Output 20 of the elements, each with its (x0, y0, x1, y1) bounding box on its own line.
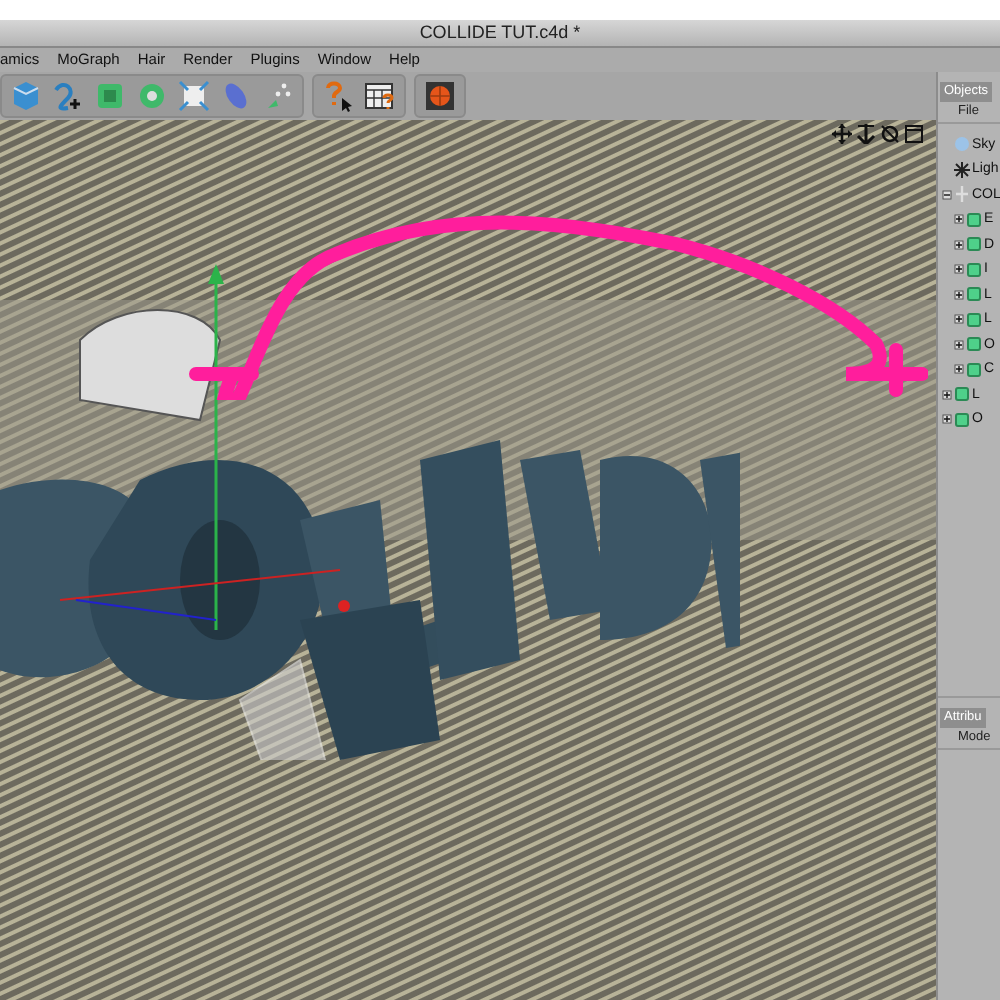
collapse-toggle[interactable] (942, 189, 952, 200)
expand-toggle[interactable] (954, 364, 964, 375)
expand-toggle[interactable] (954, 239, 964, 250)
sky-sphere-icon (954, 136, 970, 153)
help-pointer-icon[interactable] (320, 78, 356, 114)
expand-toggle[interactable] (954, 214, 964, 225)
move-icon[interactable] (832, 124, 852, 144)
expand-toggle[interactable] (954, 264, 964, 275)
null-object-icon (954, 186, 970, 203)
expand-toggle[interactable] (954, 339, 964, 350)
window-title: COLLIDE TUT.c4d * (419, 24, 581, 42)
table-help-icon[interactable] (362, 78, 398, 114)
light-icon (954, 161, 970, 178)
expand-toggle[interactable] (942, 389, 952, 400)
window-icon[interactable] (904, 124, 924, 144)
down-arrow-icon[interactable] (856, 124, 876, 144)
expand-toggle[interactable] (954, 314, 964, 325)
grid-arrows-icon[interactable] (176, 78, 212, 114)
expand-toggle[interactable] (954, 289, 964, 300)
expand-toggle[interactable] (942, 414, 952, 425)
